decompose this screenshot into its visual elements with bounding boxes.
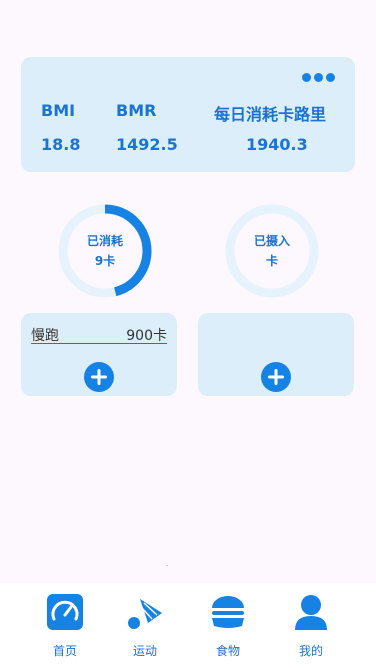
burger-icon — [212, 596, 244, 628]
exercise-entry-name: 慢跑 — [31, 328, 59, 344]
more-options-icon[interactable] — [302, 71, 336, 83]
add-exercise-button[interactable] — [84, 362, 114, 392]
tab-profile-label: 我的 — [298, 644, 323, 658]
daily-calories-label: 每日消耗卡路里 — [214, 105, 327, 124]
tab-profile[interactable]: 我的 — [281, 593, 341, 663]
bmi-label: BMI — [41, 101, 76, 120]
calories-intake-title: 已摄入 — [253, 234, 290, 248]
entry-divider — [31, 343, 167, 344]
stats-card: BMI BMR 每日消耗卡路里 18.8 1492.5 1940.3 — [21, 57, 355, 172]
daily-calories-value: 1940.3 — [246, 135, 308, 154]
calories-intake-ring: 已摄入 卡 — [225, 204, 319, 298]
bmi-value: 18.8 — [41, 135, 81, 154]
speedometer-icon — [47, 594, 83, 630]
bottom-tab-bar: 首页 运动 食物 我的 — [0, 583, 376, 668]
calories-burned-amount: 9卡 — [94, 254, 116, 268]
tab-food-label: 食物 — [215, 644, 240, 658]
divider-dot — [166, 565, 168, 566]
food-card — [198, 313, 354, 396]
tab-exercise[interactable]: 运动 — [115, 593, 175, 663]
exercise-entry-calories: 900卡 — [126, 328, 167, 344]
plus-icon — [268, 369, 284, 385]
calories-intake-amount: 卡 — [265, 254, 278, 268]
tab-exercise-label: 运动 — [132, 644, 157, 658]
tab-home[interactable]: 首页 — [35, 593, 95, 663]
plus-icon — [91, 369, 107, 385]
add-food-button[interactable] — [261, 362, 291, 392]
bmr-value: 1492.5 — [116, 135, 178, 154]
calories-burned-ring: 已消耗 9卡 — [58, 204, 152, 298]
calories-burned-title: 已消耗 — [86, 234, 123, 248]
badminton-icon — [128, 599, 162, 629]
tab-home-label: 首页 — [52, 644, 77, 658]
bmr-label: BMR — [116, 101, 157, 120]
exercise-card: 慢跑 900卡 — [21, 313, 177, 396]
person-icon — [295, 595, 327, 630]
tab-food[interactable]: 食物 — [198, 593, 258, 663]
